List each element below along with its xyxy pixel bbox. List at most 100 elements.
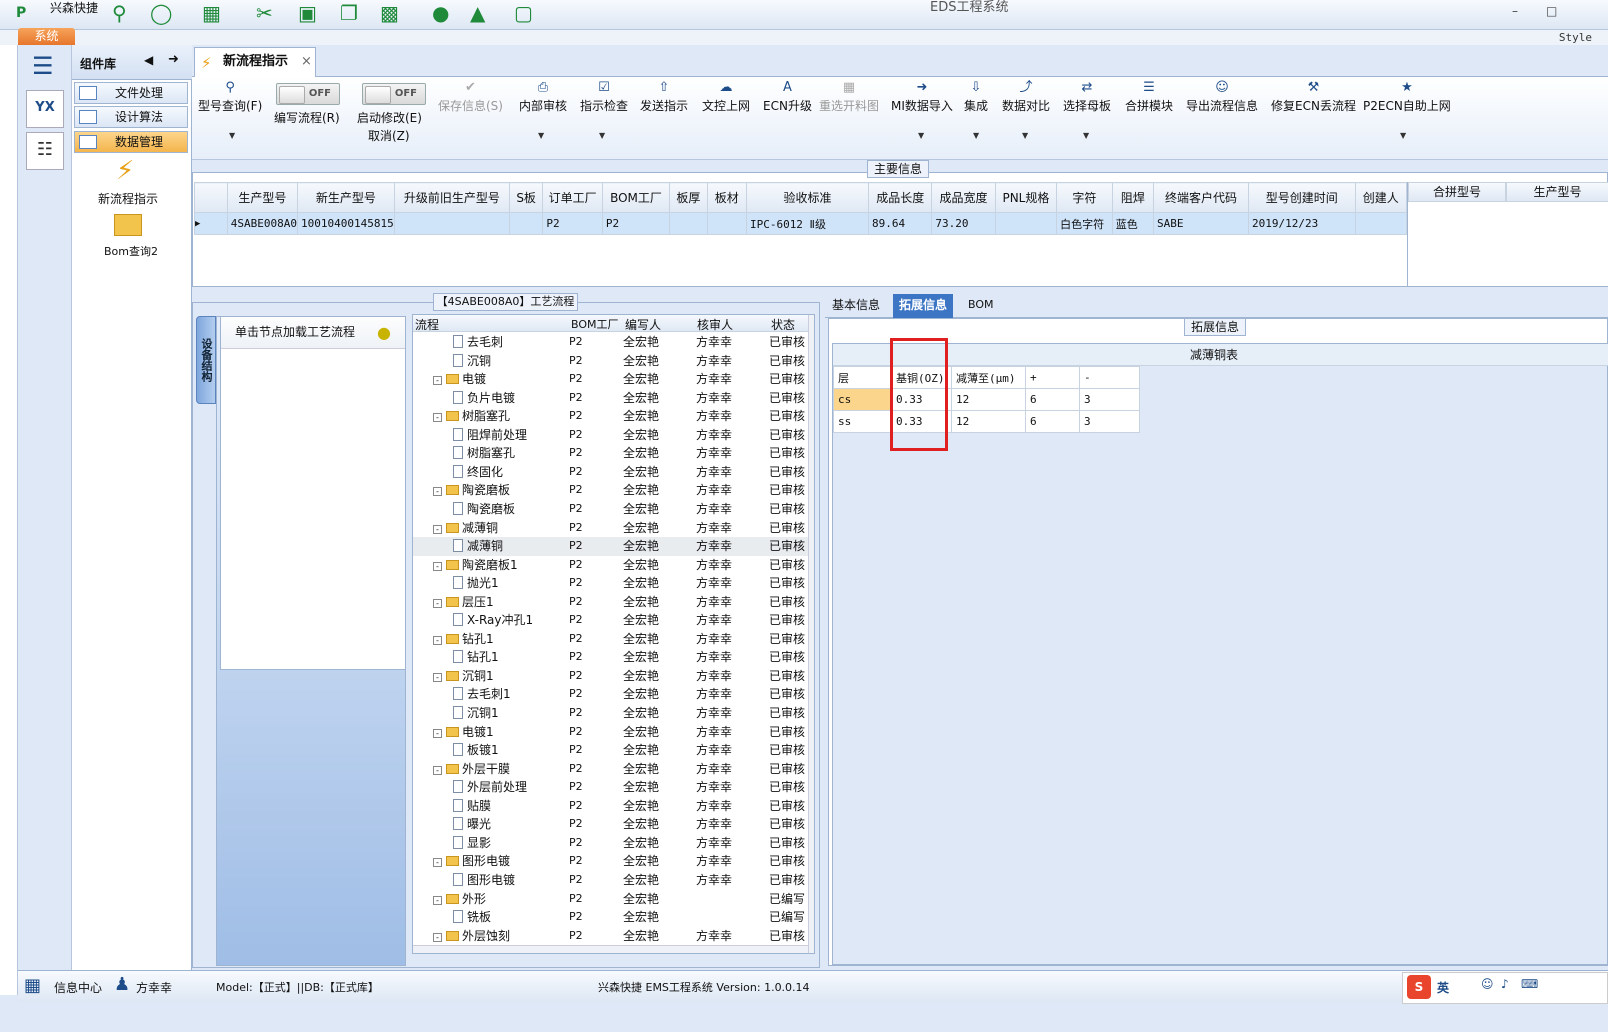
grid-cell[interactable]: 10010400145815 (297, 212, 395, 235)
folder-icon[interactable] (114, 214, 142, 236)
chevron-down-icon[interactable]: ▼ (1022, 131, 1028, 140)
system-tab[interactable]: 系统 (18, 28, 75, 45)
column-header[interactable]: 板厚 (669, 182, 708, 213)
column-header[interactable]: 终端客户代码 (1153, 182, 1250, 213)
table-row[interactable]: ss 0.33 12 6 3 (833, 410, 1140, 433)
tree-row[interactable]: 去毛刺1 P2 全宏艳 方幸幸 已审核 (413, 685, 808, 704)
grid-cell[interactable]: 蓝色 (1111, 212, 1155, 235)
table-cell[interactable]: 3 (1079, 388, 1140, 411)
chevron-down-icon[interactable]: ▼ (973, 131, 979, 140)
collapse-toggle-icon[interactable]: - (433, 376, 442, 386)
table-cell[interactable]: cs (833, 388, 892, 411)
yx-module-icon[interactable]: YX (26, 90, 64, 128)
column-header[interactable]: 生产型号 (1506, 182, 1608, 202)
table-cell[interactable]: 6 (1025, 388, 1080, 411)
column-header[interactable]: 成品长度 (868, 182, 933, 213)
style-menu[interactable]: Style (1559, 31, 1592, 44)
column-header[interactable]: 板材 (706, 182, 747, 213)
grid-cell[interactable]: 4SABE008A0 (226, 212, 299, 235)
grid-cell[interactable] (1354, 212, 1408, 235)
grid-cell[interactable] (994, 212, 1058, 235)
tree-row[interactable]: - 陶瓷磨板 P2 全宏艳 方幸幸 已审核 (413, 481, 808, 500)
table-cell[interactable]: 12 (951, 388, 1026, 411)
p2ecn-self-online-button[interactable]: ★ P2ECN自助上网 (1363, 79, 1451, 114)
tree-row[interactable]: - 减薄铜 P2 全宏艳 方幸幸 已审核 (413, 519, 808, 538)
chart-icon[interactable]: ▲ (470, 2, 485, 24)
tool-new-flow[interactable]: 新流程指示 (98, 190, 158, 207)
tree-row[interactable]: 阻焊前处理 P2 全宏艳 方幸幸 已审核 (413, 426, 808, 445)
tree-row[interactable]: 去毛刺 P2 全宏艳 方幸幸 已审核 (413, 333, 808, 352)
select-mother-board-button[interactable]: ⇄ 选择母板 (1063, 79, 1111, 114)
start-edit-toggle[interactable]: OFF (362, 83, 426, 105)
smile-icon[interactable]: ☺ (1481, 977, 1494, 991)
film-icon[interactable]: ▣ (298, 2, 317, 24)
horizontal-scrollbar[interactable] (413, 945, 808, 953)
column-header[interactable]: 生产型号 (226, 182, 299, 213)
column-header[interactable]: S板 (508, 182, 544, 213)
tab-bom[interactable]: BOM (962, 294, 1000, 318)
tree-row[interactable]: 铣板 P2 全宏艳 已编写 (413, 908, 808, 927)
column-header[interactable]: 创建人 (1354, 182, 1408, 213)
tree-row[interactable]: X-Ray冲孔1 P2 全宏艳 方幸幸 已审核 (413, 611, 808, 630)
collapse-toggle-icon[interactable]: - (433, 413, 442, 423)
keyboard-icon[interactable]: ⌨ (1521, 977, 1538, 991)
grid-cell[interactable] (393, 212, 510, 235)
grid-cell[interactable] (508, 212, 544, 235)
component-item-data-management[interactable]: 数据管理 (74, 131, 188, 153)
component-item-design-algorithm[interactable]: 设计算法 (74, 106, 188, 128)
ecn-upgrade-button[interactable]: A ECN升级 (763, 79, 812, 114)
tree-row[interactable]: - 外形 P2 全宏艳 已编写 (413, 890, 808, 909)
collapse-toggle-icon[interactable]: - (433, 672, 442, 682)
column-header[interactable]: 型号创建时间 (1248, 182, 1356, 213)
send-instruction-button[interactable]: ⇧ 发送指示 (640, 79, 688, 114)
collapse-toggle-icon[interactable]: - (433, 858, 442, 868)
tree-row[interactable]: 抛光1 P2 全宏艳 方幸幸 已审核 (413, 574, 808, 593)
tree-row[interactable]: 外层前处理 P2 全宏艳 方幸幸 已审核 (413, 778, 808, 797)
column-header[interactable]: BOM工厂 (571, 316, 619, 332)
tree-row[interactable]: - 钻孔1 P2 全宏艳 方幸幸 已审核 (413, 630, 808, 649)
collapse-toggle-icon[interactable]: - (433, 598, 442, 608)
chevron-down-icon[interactable]: ▼ (538, 131, 544, 140)
chevron-down-icon[interactable]: ▼ (599, 131, 605, 140)
vertical-scrollbar[interactable] (808, 315, 814, 953)
column-header[interactable]: 字符 (1056, 182, 1113, 213)
collapse-toggle-icon[interactable]: - (433, 524, 442, 534)
grid-corner[interactable] (194, 182, 228, 213)
tree-row[interactable]: 曝光 P2 全宏艳 方幸幸 已审核 (413, 815, 808, 834)
collapse-toggle-icon[interactable]: - (433, 561, 442, 571)
tab-basic-info[interactable]: 基本信息 (826, 294, 886, 318)
tree-row[interactable]: - 树脂塞孔 P2 全宏艳 方幸幸 已审核 (413, 407, 808, 426)
monitor-icon[interactable]: ▢ (514, 2, 533, 24)
hamburger-menu-icon[interactable]: ☰ (32, 52, 54, 80)
info-center-link[interactable]: 信息中心 (54, 979, 102, 996)
cancel-button[interactable]: 取消(Z) (368, 127, 410, 144)
row-indicator-icon[interactable]: ▶ (194, 212, 228, 235)
collapse-left-icon[interactable]: ◀ (144, 53, 153, 67)
chevron-down-icon[interactable]: ▼ (229, 131, 235, 140)
tree-row[interactable]: - 陶瓷磨板1 P2 全宏艳 方幸幸 已审核 (413, 556, 808, 575)
column-header[interactable]: 订单工厂 (542, 182, 603, 213)
table-icon[interactable]: ▦ (202, 2, 221, 24)
collapse-toggle-icon[interactable]: - (433, 932, 442, 942)
repair-ecn-flow-button[interactable]: ⚒ 修复ECN丢流程 (1271, 79, 1356, 114)
model-query-button[interactable]: ⚲ 型号查询(F) (198, 79, 262, 114)
grid-cell[interactable]: IPC-6012 Ⅱ级 (745, 212, 870, 235)
chevron-down-icon[interactable]: ▼ (918, 131, 924, 140)
microphone-icon[interactable]: ♪ (1501, 977, 1509, 991)
column-header[interactable]: 合拼型号 (1408, 182, 1506, 202)
sogou-logo-icon[interactable]: S (1407, 975, 1431, 999)
grid-icon[interactable]: ▩ (380, 2, 399, 24)
grid-cell[interactable] (669, 212, 708, 235)
collapse-toggle-icon[interactable]: - (433, 765, 442, 775)
chevron-down-icon[interactable]: ▼ (1083, 131, 1089, 140)
windows-grid-icon[interactable]: ▦ (24, 975, 41, 996)
column-header[interactable]: 流程 (415, 316, 439, 333)
grid-cell[interactable]: 73.20 (931, 212, 996, 235)
table-cell[interactable]: 6 (1025, 410, 1080, 433)
lifebuoy-icon[interactable]: ◯ (150, 2, 172, 24)
table-row[interactable]: cs 0.33 12 6 3 (833, 388, 1140, 411)
table-cell[interactable]: 12 (951, 410, 1026, 433)
column-header[interactable]: 阻焊 (1111, 182, 1155, 213)
column-header[interactable]: 新生产型号 (297, 182, 395, 213)
column-header[interactable]: 编写人 (625, 316, 661, 333)
